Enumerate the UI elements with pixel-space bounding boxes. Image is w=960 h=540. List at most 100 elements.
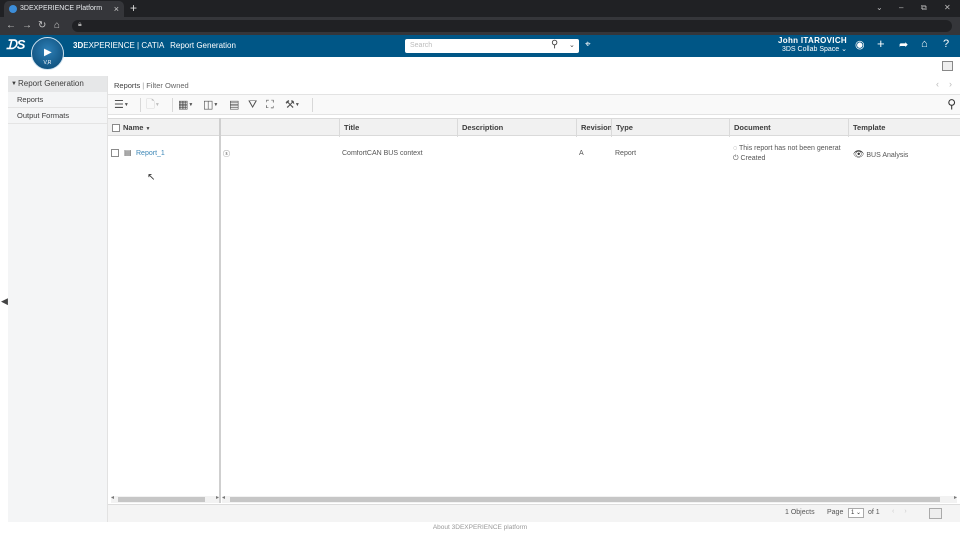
template-cell[interactable]: 👁︎ BUS Analysis: [853, 149, 908, 160]
page-nav: ‹›: [892, 508, 917, 515]
page-prev-icon[interactable]: ‹: [892, 508, 904, 515]
app-brand: 3DEXPERIENCE | CATIA Report Generation: [73, 41, 236, 50]
back-icon[interactable]: ←: [6, 17, 16, 35]
scroll-left-icon[interactable]: ◂: [222, 494, 225, 501]
scroll-right-icon[interactable]: ▸: [216, 494, 219, 501]
columns-icon[interactable]: ◫▼: [203, 97, 218, 113]
info-icon[interactable]: ⓢ: [223, 149, 230, 159]
column-document[interactable]: Document: [730, 119, 849, 137]
tag-icon[interactable]: ⌖: [585, 39, 591, 50]
page-total: of 1: [868, 509, 880, 516]
table-row[interactable]: ▤ Report_1 ⓢ ComfortCAN BUS context A Re…: [108, 142, 960, 164]
user-name: John ITAROVICH: [778, 36, 847, 45]
column-name-label: Name: [123, 123, 144, 132]
column-type[interactable]: Type: [612, 119, 730, 137]
sort-icon: ▼: [145, 126, 151, 132]
collab-space: 3DS Collab Space ⌄: [781, 46, 847, 53]
fullscreen-icon[interactable]: [942, 61, 953, 71]
home-icon[interactable]: ⌂: [54, 17, 60, 35]
collapse-triangle-icon: ▼: [11, 81, 17, 87]
sidebar-header[interactable]: ▼ Report Generation: [8, 76, 107, 92]
filter-icon[interactable]: ⛛: [248, 97, 257, 113]
sidebar: ▼ Report Generation Reports Output Forma…: [8, 76, 108, 522]
browser-tab-bar: 3DEXPERIENCE Platform × + ⌄ – ⧉ ✕: [0, 0, 960, 17]
tools-icon[interactable]: ⚒▼: [285, 97, 300, 113]
right-horizontal-scrollbar[interactable]: ◂ ▸: [222, 494, 957, 503]
toolbar-divider: [140, 98, 141, 112]
sidebar-item-output-formats[interactable]: Output Formats: [8, 108, 107, 124]
share-icon[interactable]: ➦: [899, 38, 908, 51]
address-bar-area: ← → ↻ ⌂ 🔒︎: [0, 17, 960, 35]
main-panel: Reports | Filter Owned ‹ › ☰▼ 🗋︎▼ ▦▼ ◫▼ ▤ …: [108, 76, 960, 522]
previous-icon[interactable]: ‹: [936, 79, 939, 89]
restore-button[interactable]: ⧉: [921, 0, 927, 16]
menu-icon[interactable]: ☰▼: [114, 97, 129, 113]
compass-icon[interactable]: ▶ V,R: [31, 37, 64, 70]
fit-icon[interactable]: ⛶: [266, 97, 274, 113]
row-revision: A: [579, 150, 584, 157]
minimize-button[interactable]: –: [899, 0, 903, 16]
user-menu[interactable]: John ITAROVICH 3DS Collab Space ⌄: [772, 36, 847, 53]
sidebar-collapse-icon[interactable]: ◀: [1, 296, 8, 307]
forward-icon[interactable]: →: [22, 17, 32, 35]
row-title: ComfortCAN BUS context: [342, 150, 423, 157]
power-icon: ⏻: [733, 155, 739, 162]
new-tab-button[interactable]: +: [130, 0, 137, 17]
new-report-icon[interactable]: 🗋︎▼: [146, 97, 160, 113]
home-app-icon[interactable]: ⌂: [921, 38, 928, 50]
breadcrumb: Reports | Filter Owned: [114, 81, 189, 90]
column-name[interactable]: Name ▼: [108, 119, 220, 137]
frozen-column-divider[interactable]: [219, 118, 221, 503]
search-icon[interactable]: ⚲: [551, 39, 558, 50]
add-icon[interactable]: +: [877, 36, 885, 51]
help-icon[interactable]: ?: [943, 38, 949, 50]
row-type: Report: [615, 150, 637, 157]
tab-search-icon[interactable]: ⌄: [876, 0, 883, 16]
column-title[interactable]: Title: [340, 119, 458, 137]
row-document: ◌ This report has not been generat ⏻ Cre…: [733, 144, 849, 164]
search-zoom-icon[interactable]: ⚲: [947, 97, 956, 111]
brand-text: EXPERIENCE | CATIA: [83, 41, 164, 50]
page-select-value: 1: [851, 510, 855, 516]
page-select[interactable]: 1 ⌄: [848, 508, 864, 518]
column-revision[interactable]: Revision: [577, 119, 612, 137]
eye-icon[interactable]: 👁︎: [853, 149, 864, 159]
scroll-right-icon[interactable]: ▸: [954, 494, 957, 501]
document-status: This report has not been generat: [739, 145, 841, 152]
reload-icon[interactable]: ↻: [38, 17, 46, 35]
table-view-icon[interactable]: ▦▼: [178, 97, 193, 113]
search-box[interactable]: Search ⚲ ⌄: [405, 39, 579, 53]
brand-prefix: 3D: [73, 41, 84, 50]
document-state: Created: [740, 155, 766, 162]
settings-icon[interactable]: [929, 508, 942, 519]
column-description[interactable]: Description: [458, 119, 577, 137]
column-template[interactable]: Template: [849, 119, 960, 137]
about-link[interactable]: About 3DEXPERIENCE platform: [0, 524, 960, 531]
close-window-button[interactable]: ✕: [944, 0, 951, 16]
compass-label: V,R: [43, 60, 52, 66]
scrollbar-thumb[interactable]: [118, 497, 205, 502]
toolbar: ☰▼ 🗋︎▼ ▦▼ ◫▼ ▤ ⛛ ⛶ ⚒▼ ⚲: [108, 94, 960, 115]
filter-label[interactable]: Filter Owned: [146, 81, 189, 90]
report-object-icon: ▤: [124, 148, 132, 157]
grid-footer: 1 Objects Page 1 ⌄ of 1 ‹›: [108, 504, 960, 522]
next-icon[interactable]: ›: [949, 79, 952, 89]
browser-tab[interactable]: 3DEXPERIENCE Platform ×: [4, 1, 124, 17]
left-horizontal-scrollbar[interactable]: ◂ ▸: [111, 494, 219, 503]
sidebar-header-label: Report Generation: [18, 79, 84, 88]
export-icon[interactable]: ▤: [229, 97, 239, 113]
close-tab-icon[interactable]: ×: [114, 1, 119, 17]
search-options-chevron-icon[interactable]: ⌄: [569, 41, 575, 49]
row-checkbox[interactable]: [111, 149, 122, 157]
sidebar-item-reports[interactable]: Reports: [8, 92, 107, 108]
select-all-checkbox[interactable]: [112, 124, 120, 133]
profile-icon[interactable]: ◉: [855, 38, 865, 51]
page-next-icon[interactable]: ›: [904, 508, 916, 515]
url-input[interactable]: 🔒︎: [72, 20, 952, 32]
scroll-left-icon[interactable]: ◂: [111, 494, 114, 501]
scrollbar-thumb[interactable]: [230, 497, 940, 502]
breadcrumb-reports[interactable]: Reports: [114, 81, 140, 90]
report-name-link[interactable]: Report_1: [136, 150, 165, 157]
breadcrumb-separator: |: [142, 81, 145, 90]
search-input[interactable]: Search: [410, 42, 432, 49]
